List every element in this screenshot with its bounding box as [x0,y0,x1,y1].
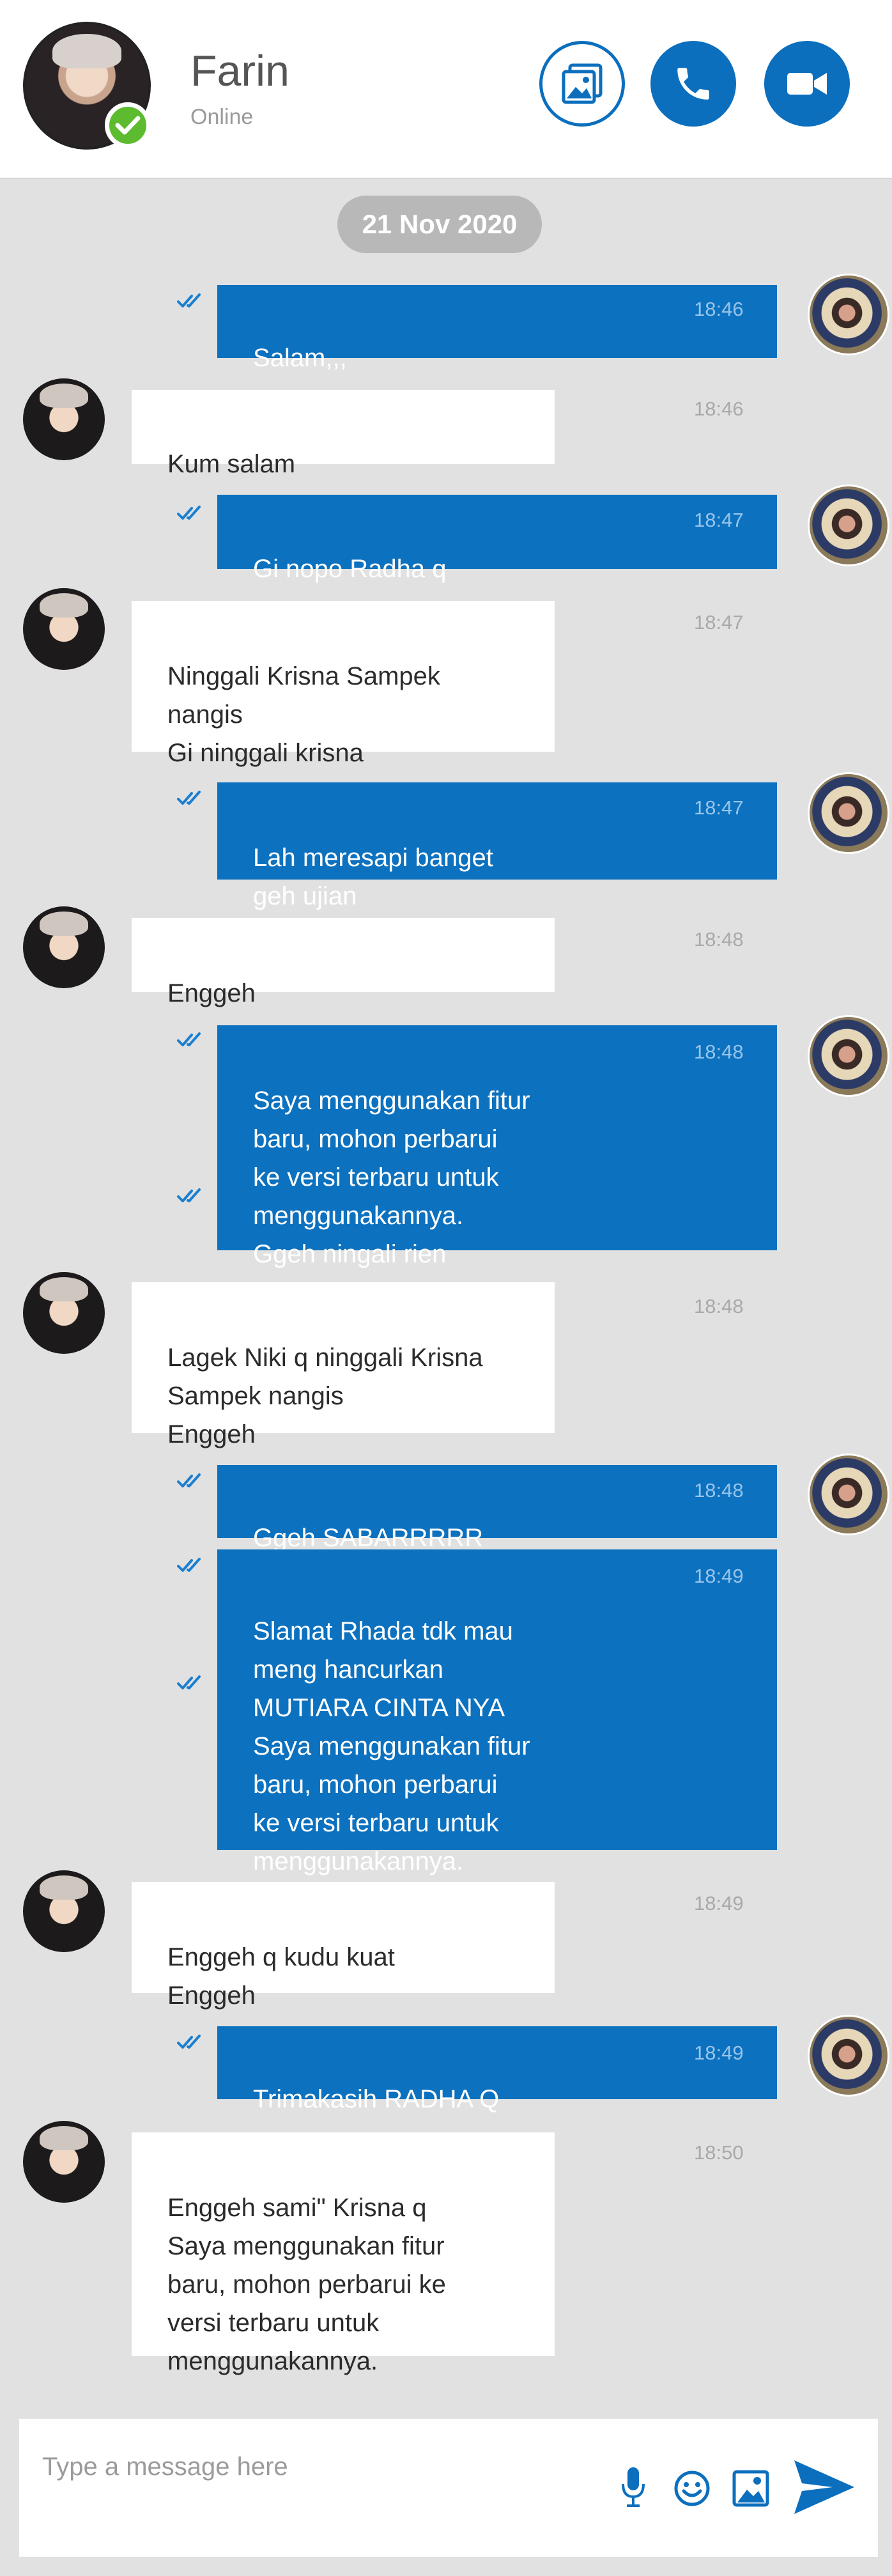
emoji-icon [674,2471,710,2506]
contact-avatar-small [23,906,105,988]
message-text: Enggeh q kudu kuat Enggeh [167,1943,395,2010]
message-input[interactable] [42,2444,604,2489]
contact-avatar-small [23,378,105,460]
message-bubble-in[interactable]: Enggeh q kudu kuat Enggeh [132,1882,555,2010]
my-avatar [808,485,889,566]
double-check-icon [177,1473,201,1487]
online-badge [105,102,151,148]
my-avatar [808,1454,889,1535]
date-chip: 21 Nov 2020 [337,196,542,253]
message-time: 18:47 [694,509,744,531]
message-text: Enggeh [167,979,256,1007]
send-button[interactable] [788,2452,859,2522]
contact-avatar-small [23,1272,105,1354]
message-time: 18:48 [694,1041,744,1063]
message-text: Ninggali Krisna Sampek nangis Gi ninggal… [167,662,440,767]
message-text: Kum salam [167,450,296,478]
message-bubble-in[interactable]: Enggeh sami" Krisna q Saya menggunakan f… [132,2132,555,2375]
double-check-icon [177,1675,201,1689]
double-check-icon [177,1188,201,1202]
double-check-icon [177,506,201,520]
message-time: 18:46 [694,398,744,420]
message-text: Slamat Rhada tdk mau meng hancurkan MUTI… [253,1617,530,1875]
double-check-icon [177,293,201,307]
my-avatar [808,1015,889,1097]
message-composer [19,2419,878,2557]
message-time: 18:47 [694,611,744,633]
chat-header: Farin Online [0,0,892,179]
my-avatar [808,274,889,355]
message-text: Lah meresapi banget geh ujian [253,844,493,910]
double-check-icon [177,791,201,805]
my-avatar [808,772,889,854]
message-bubble-out[interactable]: Saya menggunakan fitur baru, mohon perba… [217,1025,777,1268]
message-time: 18:49 [694,1565,744,1587]
gallery-button[interactable] [539,41,625,127]
microphone-icon [622,2467,645,2507]
message-time: 18:49 [694,2042,744,2064]
message-time: 18:50 [694,2141,744,2164]
double-check-icon [177,1558,201,1572]
message-text: Enggeh sami" Krisna q Saya menggunakan f… [167,2194,446,2375]
message-bubble-out[interactable]: Gi nopo Radha q [217,495,777,583]
voice-call-button[interactable] [650,41,736,127]
message-bubble-out[interactable]: Salam,,, [217,285,777,372]
send-icon [794,2460,854,2514]
message-bubble-in[interactable]: Enggeh [132,918,555,1007]
message-bubble-in[interactable]: Kum salam [132,390,555,478]
message-time: 18:47 [694,796,744,819]
image-icon [732,2470,769,2507]
message-bubble-out[interactable]: Slamat Rhada tdk mau meng hancurkan MUTI… [217,1549,777,1875]
video-call-button[interactable] [764,41,850,127]
video-icon [787,73,827,95]
contact-status: Online [190,105,254,129]
message-time: 18:48 [694,1479,744,1501]
gallery-icon [562,63,603,104]
attach-image-button[interactable] [730,2467,772,2510]
double-check-icon [177,2035,201,2049]
message-bubble-out[interactable]: Lah meresapi banget geh ujian [217,782,777,910]
message-text: Salam,,, [253,344,347,372]
microphone-button[interactable] [617,2463,649,2511]
message-bubble-out[interactable]: Trimakasih RADHA Q [217,2026,777,2113]
contact-avatar-small [23,588,105,670]
message-text: Gi nopo Radha q [253,555,447,583]
double-check-icon [177,1032,201,1046]
message-time: 18:48 [694,1295,744,1317]
message-text: Trimakasih RADHA Q [253,2085,500,2113]
message-text: Lagek Niki q ninggali Krisna Sampek nang… [167,1344,483,1448]
message-bubble-in[interactable]: Ninggali Krisna Sampek nangis Gi ninggal… [132,601,555,767]
message-time: 18:46 [694,298,744,320]
my-avatar [808,2015,889,2097]
message-bubble-in[interactable]: Lagek Niki q ninggali Krisna Sampek nang… [132,1282,555,1448]
phone-icon [677,68,709,100]
message-time: 18:49 [694,1892,744,1914]
contact-avatar-small [23,1870,105,1952]
check-icon [115,116,141,135]
message-bubble-out[interactable]: Ggeh SABARRRRR [217,1465,777,1552]
contact-avatar-small [23,2121,105,2203]
emoji-button[interactable] [671,2467,713,2510]
contact-name[interactable]: Farin [190,46,289,96]
message-time: 18:48 [694,928,744,950]
message-text: Saya menggunakan fitur baru, mohon perba… [253,1087,530,1268]
